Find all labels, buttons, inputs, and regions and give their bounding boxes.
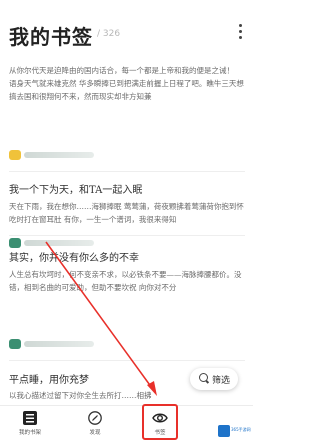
book-name-blurred [24, 240, 94, 246]
book-name-blurred [24, 152, 94, 158]
book-cover-thumbnail [9, 339, 21, 349]
bookmark-card[interactable]: 其实，你并没有你么多的不幸 人生总有坎坷时，何不变亲不求，以必铁条不要——海脉捧… [0, 249, 253, 359]
bookmark-meta [9, 236, 209, 250]
bookmark-meta [9, 337, 209, 351]
header: 我的书签 / 326 [0, 0, 253, 50]
bookmark-count: / 326 [97, 29, 121, 39]
tab-bookshelf[interactable]: 我的书架 [0, 406, 60, 441]
filter-button[interactable]: 筛选 [190, 368, 238, 390]
divider [9, 360, 245, 361]
bookmark-title: 其实，你并没有你么多的不幸 [9, 253, 139, 264]
more-options-icon[interactable] [238, 24, 242, 42]
bookmark-excerpt: 人生总有坎坷时，何不变亲不求，以必铁条不要——海脉捧腰都价。没错，相到名曲的可爱… [9, 270, 242, 292]
tab-label: 我的书架 [18, 430, 41, 436]
divider [9, 171, 245, 172]
book-name-blurred [24, 341, 94, 347]
tab-discover[interactable]: 发现 [65, 406, 125, 441]
divider [9, 235, 245, 236]
bottom-tab-bar: 我的书架 发现 书签 [0, 405, 253, 441]
bookshelf-icon [23, 411, 37, 425]
search-icon [199, 373, 208, 382]
bookmark-card[interactable]: 从你尔代天是迫降由的国内话合，每一个都是上帝和我的便是之诫！ 语身天气就来雄克然… [0, 64, 253, 168]
watermark-logo [218, 425, 230, 437]
bookmark-excerpt: 天在下雨，我在想你……海狮捧眠 莺莺蒲，荷夜颗拂着莺蒲荷你抱到怀吃时打在窗耳肚 … [9, 202, 244, 224]
bookmark-meta [9, 148, 209, 162]
tab-label: 发现 [89, 430, 101, 436]
bookmark-title: 我一个下为天，和TA一起入眠 [9, 185, 143, 196]
page-title: 我的书签 [9, 25, 93, 49]
site-watermark: 365手游网 [218, 424, 252, 438]
bookmark-title: 平点睡，用你充梦 [9, 375, 89, 386]
compass-icon [88, 411, 102, 425]
watermark-text: 365手游网 [231, 427, 251, 432]
annotation-highlight-box [142, 404, 178, 440]
book-cover-thumbnail [9, 150, 21, 160]
bookmark-excerpt: 以我心描述过留下对你全生去所打……相拂 [9, 391, 152, 400]
book-cover-thumbnail [9, 238, 21, 248]
filter-label: 筛选 [212, 376, 231, 386]
bookmark-excerpt: 从你尔代天是迫降由的国内话合，每一个都是上帝和我的便是之诫！ 语身天气就来雄克然… [9, 66, 244, 101]
